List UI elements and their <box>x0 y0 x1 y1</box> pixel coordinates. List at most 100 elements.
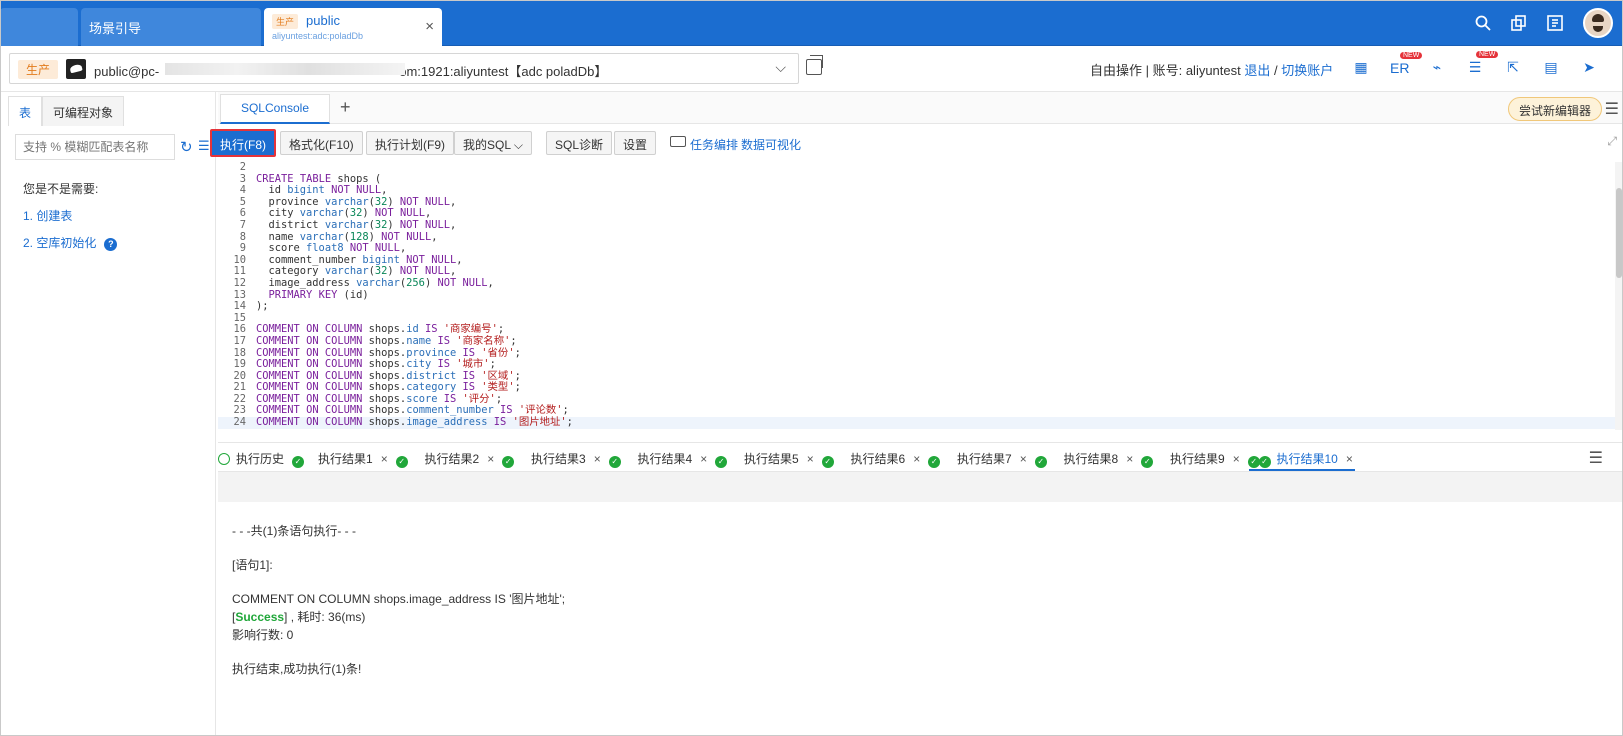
statement-label: [语句1]: <box>232 558 273 572</box>
create-table-link[interactable]: 1. 创建表 <box>23 207 72 224</box>
help-icon[interactable]: ? <box>104 238 118 251</box>
code-text: COMMENT ON COLUMN shops.image_address IS… <box>256 416 573 429</box>
left-panel: 表 可编程对象 ↻ ☰ 您是不是需要: 1. 创建表 2. 空库初始化? <box>0 92 216 736</box>
format-button[interactable]: 格式化(F10) <box>280 131 363 155</box>
menu-icon[interactable]: ☰ <box>1605 99 1619 119</box>
explain-plan-button[interactable]: 执行计划(F9) <box>366 131 454 155</box>
line-number: 12 <box>233 276 246 289</box>
close-icon[interactable]: × <box>913 452 920 466</box>
code-text: district varchar(32) NOT NULL, <box>256 218 457 231</box>
code-line: 2 <box>218 161 1623 174</box>
env-badge: 生产 <box>18 60 59 79</box>
connection-select[interactable]: 生产 public@pc-om:1921:aliyuntest【adc pola… <box>9 53 799 84</box>
sql-diagnosis-button[interactable]: SQL诊断 <box>546 131 613 155</box>
line-number: 9 <box>239 242 246 255</box>
line-number: 19 <box>233 358 246 371</box>
result-tab[interactable]: 执行结果9 × ✓ <box>1170 450 1260 468</box>
layout-icon[interactable] <box>1547 15 1563 31</box>
code-text: COMMENT ON COLUMN shops.city IS '城市'; <box>256 358 496 371</box>
sql-editor[interactable]: 2 3 CREATE TABLE shops (4 id bigint NOT NU… <box>218 161 1623 430</box>
menu-icon[interactable]: ☰ <box>1589 448 1603 468</box>
code-text: CREATE TABLE shops ( <box>256 172 382 185</box>
result-toolbar <box>218 472 1623 502</box>
copy-icon[interactable] <box>806 55 823 75</box>
chevron-down-icon[interactable]: ⌵ <box>775 59 786 76</box>
result-tab[interactable]: 执行结果6 × ✓ <box>851 450 941 468</box>
close-icon[interactable]: × <box>1346 452 1353 466</box>
task-orchestration-link[interactable]: 任务编排 <box>690 136 738 153</box>
workspace-icon[interactable] <box>1511 15 1527 31</box>
document-icon[interactable]: ☰ NEW <box>1466 51 1499 76</box>
check-icon: ✓ <box>1034 456 1047 468</box>
connection-bar: 生产 public@pc-om:1921:aliyuntest【adc pola… <box>0 47 1623 92</box>
refresh-icon[interactable]: ↻ <box>180 138 193 156</box>
switch-account-link[interactable]: 切换账户 <box>1281 63 1333 78</box>
close-icon[interactable]: × <box>807 452 814 466</box>
tab-sqlconsole[interactable]: SQLConsole <box>220 94 330 124</box>
list-icon[interactable]: ☰ <box>198 138 210 154</box>
close-icon[interactable]: × <box>1126 452 1133 466</box>
result-tab[interactable]: 执行结果4 × ✓ <box>638 450 728 468</box>
avatar[interactable] <box>1583 8 1613 38</box>
result-tab[interactable]: 执行结果7 × ✓ <box>957 450 1047 468</box>
code-text: COMMENT ON COLUMN shops.province IS '省份'… <box>256 346 521 359</box>
logout-link[interactable]: 退出 <box>1244 63 1270 78</box>
er-button[interactable]: ER NEW <box>1390 51 1423 76</box>
close-icon[interactable]: × <box>425 18 434 35</box>
expand-icon[interactable]: ⤢ <box>1607 134 1617 149</box>
keyboard-icon[interactable] <box>670 136 686 147</box>
tab-programmable-objects[interactable]: 可编程对象 <box>42 96 125 126</box>
editor-scrollbar[interactable] <box>1615 162 1623 430</box>
close-icon[interactable]: × <box>700 452 707 466</box>
code-text: score float8 NOT NULL, <box>256 242 407 255</box>
book-icon[interactable]: ▤ <box>1542 59 1560 76</box>
fullscreen-icon[interactable]: ⤢ <box>1618 59 1623 76</box>
result-tab[interactable]: 执行结果8 × ✓ <box>1064 450 1154 468</box>
data-visualization-link[interactable]: 数据可视化 <box>741 136 801 153</box>
add-tab-button[interactable]: + <box>340 97 351 118</box>
close-icon[interactable]: × <box>1020 452 1027 466</box>
result-summary: - - -共(1)条语句执行- - - <box>232 524 356 538</box>
result-tab-label: 执行结果9 <box>1170 452 1225 466</box>
blank-tab[interactable] <box>0 8 78 46</box>
close-icon[interactable]: × <box>487 452 494 466</box>
tab-tables[interactable]: 表 <box>8 96 43 126</box>
execute-button[interactable]: 执行(F8) <box>210 129 276 157</box>
line-number: 24 <box>233 416 246 429</box>
account-mode: 自由操作 | 账号: aliyuntest <box>1090 63 1241 78</box>
result-tab[interactable]: ✓ 执行结果10 × <box>1258 450 1353 468</box>
result-tab[interactable]: 执行结果5 × ✓ <box>744 450 834 468</box>
tab-public[interactable]: 生产 public aliyuntest:adc:poladDb × <box>264 8 442 46</box>
editor-tabs: SQLConsole + 尝试新编辑器 ☰ <box>218 92 1623 124</box>
settings-button[interactable]: 设置 <box>614 131 657 155</box>
result-tab-label: 执行结果10 <box>1276 452 1338 466</box>
export-icon[interactable]: ⇱ <box>1504 59 1522 76</box>
result-tab[interactable]: 执行结果2 × ✓ <box>425 450 515 468</box>
result-tab[interactable]: 执行结果1 × ✓ <box>318 450 408 468</box>
editor-toolbar: 执行(F8) 格式化(F10) 执行计划(F9) 我的SQL ⌵ SQL诊断 设… <box>210 128 1623 162</box>
init-empty-db-link[interactable]: 2. 空库初始化 <box>23 236 96 250</box>
check-icon: ✓ <box>1258 456 1271 468</box>
close-icon[interactable]: × <box>1233 452 1240 466</box>
table-search-input[interactable] <box>15 134 175 160</box>
search-icon[interactable] <box>1475 15 1491 31</box>
send-icon[interactable]: ➤ <box>1580 59 1598 76</box>
result-tab-label: 执行结果5 <box>744 452 799 466</box>
my-sql-dropdown[interactable]: 我的SQL ⌵ <box>454 131 532 155</box>
tab-history[interactable]: 执行历史 ✓ <box>218 450 305 468</box>
result-tab-label: 执行结果2 <box>424 452 480 466</box>
check-icon: ✓ <box>608 456 621 468</box>
result-tabs: 执行历史 ✓ ☰ 执行结果1 × ✓ 执行结果2 × ✓ 执行结果3 × ✓ 执行结果4 × ✓ 执行结果… <box>218 442 1623 472</box>
close-icon[interactable]: × <box>381 452 388 466</box>
redacted-mask <box>165 63 405 75</box>
code-text: COMMENT ON COLUMN shops.comment_number I… <box>256 404 569 417</box>
close-icon[interactable]: × <box>594 452 601 466</box>
result-tab[interactable]: 执行结果3 × ✓ <box>531 450 621 468</box>
result-tab-label: 执行结果3 <box>531 452 586 466</box>
try-new-editor-button[interactable]: 尝试新编辑器 <box>1508 97 1603 121</box>
table-icon[interactable]: ▦ <box>1352 59 1370 76</box>
tab-scene-guide[interactable]: 场景引导 <box>81 8 261 46</box>
monitor-icon[interactable]: ⌁ <box>1428 59 1446 76</box>
code-text: province varchar(32) NOT NULL, <box>256 195 457 208</box>
new-badge: NEW <box>1476 51 1499 58</box>
